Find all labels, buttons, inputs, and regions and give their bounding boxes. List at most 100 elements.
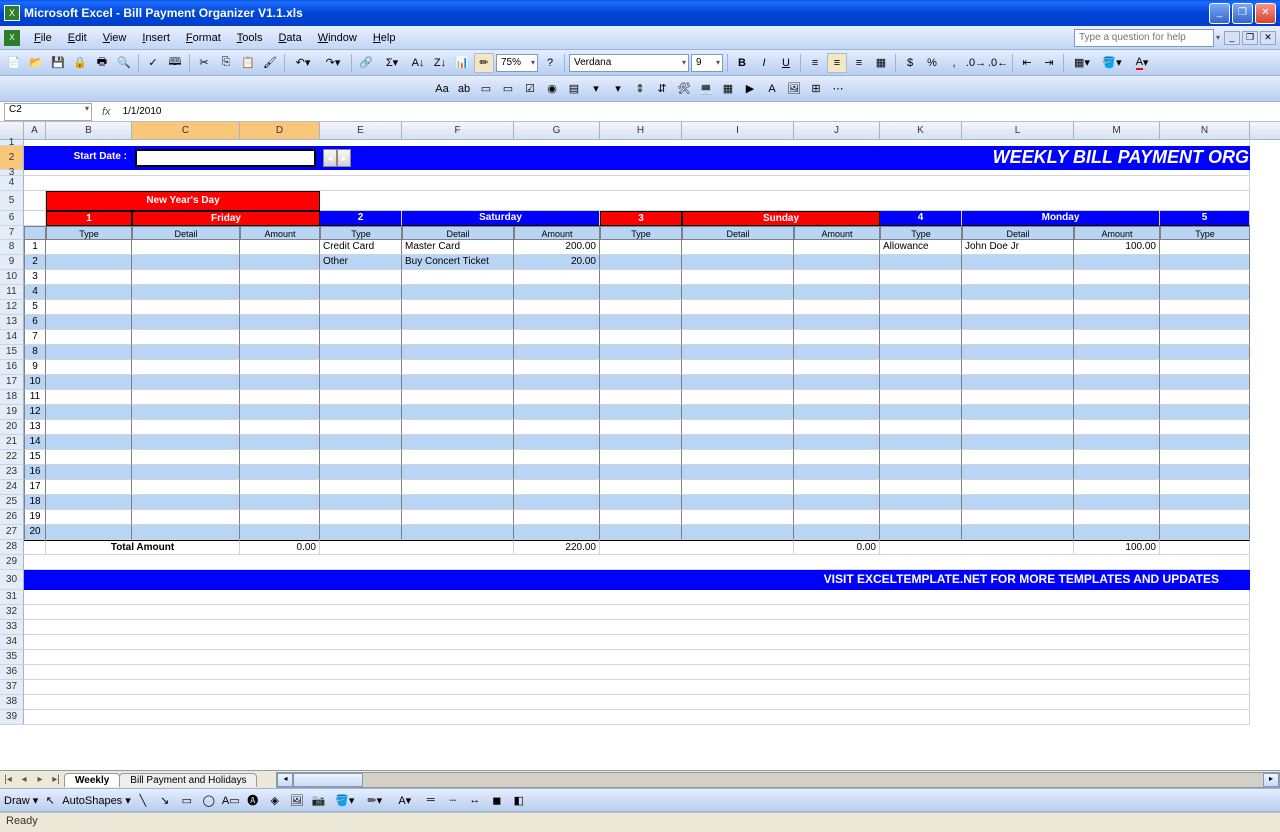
holiday-label[interactable]: New Year's Day — [46, 191, 320, 211]
start-date-input[interactable]: Friday, January 01, 2010 — [135, 149, 316, 167]
arrow-button[interactable]: ↘ — [155, 790, 175, 810]
cell-type[interactable] — [320, 345, 402, 360]
cell-type[interactable] — [880, 360, 962, 375]
cell-detail[interactable] — [962, 300, 1074, 315]
row-header-34[interactable]: 34 — [0, 635, 24, 650]
menu-tools[interactable]: Tools — [229, 30, 271, 46]
cell-type[interactable] — [880, 255, 962, 270]
page-banner[interactable]: WEEKLY BILL PAYMENT ORG — [402, 146, 1250, 170]
dash-style-button[interactable]: ┄ — [443, 790, 463, 810]
cell-type[interactable]: Credit Card — [320, 240, 402, 255]
cell-type[interactable]: Other — [320, 255, 402, 270]
cell-type[interactable] — [320, 405, 402, 420]
minimize-button[interactable]: _ — [1209, 3, 1230, 24]
cell-type[interactable] — [880, 330, 962, 345]
row-number[interactable]: 9 — [24, 360, 46, 375]
increase-indent-button[interactable]: ⇥ — [1039, 53, 1059, 73]
paste-button[interactable]: 📋 — [238, 53, 258, 73]
cell-detail[interactable] — [962, 360, 1074, 375]
cell-detail[interactable] — [402, 360, 514, 375]
research-button[interactable]: 🕮 — [165, 53, 185, 73]
row-header-14[interactable]: 14 — [0, 330, 24, 345]
subheader[interactable]: Type — [880, 226, 962, 240]
cell-type[interactable] — [880, 390, 962, 405]
cell-type[interactable] — [320, 420, 402, 435]
subheader[interactable]: Amount — [514, 226, 600, 240]
row-header-6[interactable]: 6 — [0, 211, 24, 226]
subheader[interactable]: Detail — [962, 226, 1074, 240]
new-button[interactable]: 📄 — [4, 53, 24, 73]
row-header-30[interactable]: 30 — [0, 570, 24, 590]
cell-amount[interactable] — [1074, 300, 1160, 315]
date-next-button[interactable]: ▸ — [337, 149, 351, 167]
row-header-38[interactable]: 38 — [0, 695, 24, 710]
decrease-decimal-button[interactable]: .0← — [988, 53, 1008, 73]
cell-amount[interactable] — [1074, 480, 1160, 495]
font-combo[interactable]: Verdana — [569, 54, 689, 72]
subheader[interactable]: Detail — [682, 226, 794, 240]
form-list-button[interactable]: ▤ — [564, 79, 584, 99]
col-header-H[interactable]: H — [600, 122, 682, 139]
cell-amount[interactable] — [514, 510, 600, 525]
cell-amount[interactable] — [1074, 465, 1160, 480]
col-header-D[interactable]: D — [240, 122, 320, 139]
cell-amount[interactable] — [1074, 435, 1160, 450]
subheader[interactable]: Detail — [402, 226, 514, 240]
cell-amount[interactable] — [1074, 390, 1160, 405]
subheader[interactable]: Detail — [132, 226, 240, 240]
menu-data[interactable]: Data — [270, 30, 309, 46]
select-objects-button[interactable]: ↖ — [40, 790, 60, 810]
cell-type[interactable] — [880, 525, 962, 540]
row-number[interactable]: 14 — [24, 435, 46, 450]
row-number[interactable]: 17 — [24, 480, 46, 495]
cell-amount[interactable]: 100.00 — [1074, 240, 1160, 255]
decrease-indent-button[interactable]: ⇤ — [1017, 53, 1037, 73]
cell-type[interactable] — [320, 435, 402, 450]
merge-center-button[interactable]: ▦ — [871, 53, 891, 73]
shadow-button[interactable]: ◼ — [487, 790, 507, 810]
total-day3[interactable]: 0.00 — [794, 540, 880, 555]
row-header-11[interactable]: 11 — [0, 285, 24, 300]
zoom-combo[interactable]: 75% — [496, 54, 538, 72]
col-header-K[interactable]: K — [880, 122, 962, 139]
italic-button[interactable]: I — [754, 53, 774, 73]
row-header-18[interactable]: 18 — [0, 390, 24, 405]
row-header-28[interactable]: 28 — [0, 540, 24, 555]
spreadsheet-grid[interactable]: ABCDEFGHIJKLMN 12Start Date :Friday, Jan… — [0, 122, 1280, 770]
row-number[interactable]: 10 — [24, 375, 46, 390]
row-header-15[interactable]: 15 — [0, 345, 24, 360]
font-size-combo[interactable]: 9 — [691, 54, 723, 72]
rectangle-button[interactable]: ▭ — [177, 790, 197, 810]
row-header-4[interactable]: 4 — [0, 176, 24, 191]
tab-prev-button[interactable]: ◂ — [16, 774, 32, 785]
form-label-button[interactable]: Aa — [432, 79, 452, 99]
form-scroll-button[interactable]: ⇕ — [630, 79, 650, 99]
total-label[interactable]: Total Amount — [46, 540, 240, 555]
cell-amount[interactable] — [514, 300, 600, 315]
row-header-16[interactable]: 16 — [0, 360, 24, 375]
row-number[interactable]: 19 — [24, 510, 46, 525]
cell-detail[interactable] — [962, 345, 1074, 360]
sort-desc-button[interactable]: Z↓ — [430, 53, 450, 73]
date-prev-button[interactable]: ◂ — [323, 149, 337, 167]
subheader[interactable]: Amount — [1074, 226, 1160, 240]
cell-amount[interactable] — [1074, 450, 1160, 465]
subheader[interactable]: Type — [1160, 226, 1250, 240]
cell-detail[interactable] — [402, 375, 514, 390]
cell-type[interactable] — [880, 465, 962, 480]
cell-type[interactable] — [880, 375, 962, 390]
redo-button[interactable]: ↷▾ — [319, 53, 347, 73]
cell-type[interactable] — [880, 495, 962, 510]
cell-detail[interactable] — [962, 255, 1074, 270]
cell-type[interactable] — [320, 360, 402, 375]
cell-amount[interactable] — [1074, 510, 1160, 525]
cell-type[interactable] — [880, 285, 962, 300]
subheader[interactable]: Type — [320, 226, 402, 240]
mdi-restore-button[interactable]: ❐ — [1242, 31, 1258, 45]
row-number[interactable]: 8 — [24, 345, 46, 360]
cell-type[interactable] — [320, 480, 402, 495]
day-num-2[interactable]: 3 — [600, 211, 682, 226]
sheet-tab-weekly[interactable]: Weekly — [64, 773, 120, 787]
row-number[interactable]: 6 — [24, 315, 46, 330]
col-header-A[interactable]: A — [24, 122, 46, 139]
